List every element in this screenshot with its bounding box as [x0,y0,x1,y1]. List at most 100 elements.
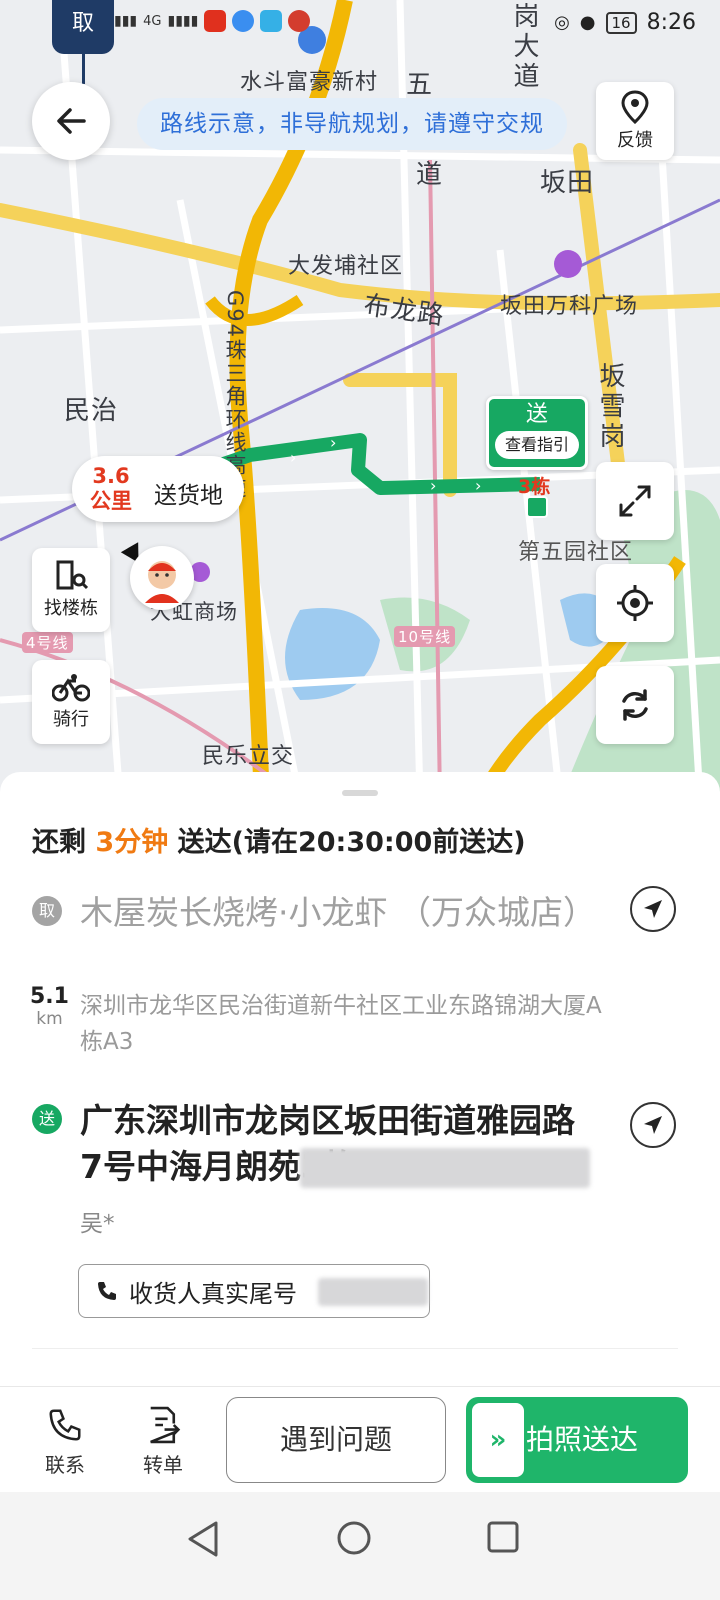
map-label-wu: 五 [406,70,434,100]
svg-text:›: › [330,433,336,452]
crosshair-icon [617,585,653,621]
system-navigation-bar [0,1492,720,1600]
map-label-line4: 4号线 [22,632,73,653]
eta-suffix: 送达(请在20:30:00前送达) [177,827,526,858]
map-label-minzhi: 民治 [64,396,119,426]
pickup-distance-value: 5.1 [30,984,69,1009]
map-label-line10: 10号线 [394,626,456,647]
feedback-label: 反馈 [617,130,653,151]
pickup-navigate-button[interactable] [630,886,676,932]
cloud-icon [232,10,255,32]
home-nav-icon[interactable] [336,1520,372,1556]
phone-icon [98,1282,116,1300]
app-notification-icon [204,10,227,32]
back-button[interactable] [32,82,110,160]
pickup-distance: 5.1 km [30,984,69,1029]
route-notice-banner: 路线示意，非导航规划，请遵守交规 [137,98,567,150]
navigation-arrow-icon [644,900,662,918]
bicycle-icon [52,674,90,702]
transfer-document-icon [150,1406,181,1444]
distance-bubble: 3.6 公里 送货地 [72,456,244,522]
clock: 8:26 [646,10,696,35]
building-marker-icon [526,496,548,518]
fullscreen-button[interactable] [596,462,674,540]
book-icon [260,10,283,32]
map-label-banxue: 坂雪岗 [595,362,625,452]
map-label-dao: 道 [416,160,444,190]
status-right: ◎ ● 16 8:26 [554,10,696,35]
location-status-icon: ● [579,12,596,33]
svg-text:›: › [290,448,296,467]
slide-handle[interactable]: » [472,1403,524,1477]
find-building-label: 找楼栋 [44,598,98,619]
expand-icon [619,485,651,517]
eta-prefix: 还剩 [32,827,86,858]
building-search-icon [56,560,88,590]
svg-text:›: › [430,476,436,495]
pickup-badge: 取 [32,896,62,926]
photo-deliver-slider[interactable]: 拍照送达 » [466,1397,688,1483]
double-chevron-right-icon: » [489,1425,507,1455]
network-type: 4G [143,13,162,29]
sheet-drag-handle[interactable] [342,790,378,796]
signal-icon-2: ▮▮▮▮ [167,13,199,29]
battery-indicator: 16 [605,11,637,34]
riding-label: 骑行 [53,709,89,730]
back-nav-icon[interactable] [186,1520,220,1558]
photo-deliver-label: 拍照送达 [525,1423,638,1456]
refresh-button[interactable] [596,666,674,744]
feedback-button[interactable]: 反馈 [596,82,674,160]
delivery-marker[interactable]: 送 查看指引 [486,396,588,470]
order-detail-sheet[interactable]: 还剩 3分钟 送达(请在20:30:00前送达) 取 木屋炭长烧烤·小龙虾 （万… [0,772,720,1386]
rider-icon [145,561,179,603]
distance-unit: 公里 [90,489,132,513]
map-view[interactable]: › › › › 水斗富豪新村 五 道 岗大道 坂田 大发埔社区 布龙路 坂田万科广场… [0,0,720,800]
delivery-badge: 送 [32,1104,62,1134]
floating-app-bubble[interactable]: 取 [52,0,114,54]
distance-number: 3.6 公里 [90,464,132,514]
action-bar: 联系 转单 遇到问题 拍照送达 » [0,1386,720,1492]
view-guide-button[interactable]: 查看指引 [495,431,579,459]
location-pin-icon [621,90,649,124]
building-label: 3栋 [518,476,551,498]
phone-icon [49,1409,81,1441]
receiver-name: 吴* [80,1211,115,1237]
call-receiver-label: 收货人真实尾号 [129,1279,297,1308]
transfer-label: 转单 [143,1453,183,1477]
pickup-distance-unit: km [36,1009,63,1029]
map-label-shuidou: 水斗富豪新村 [240,70,379,95]
pickup-store-name: 木屋炭长烧烤·小龙虾 （万众城店） [80,893,596,932]
phone-blur [318,1278,428,1306]
contact-button[interactable]: 联系 [30,1401,100,1478]
floating-app-tail [82,54,85,84]
svg-text:›: › [475,476,481,495]
sheet-divider [32,1348,678,1349]
delivery-navigate-button[interactable] [630,1102,676,1148]
rider-avatar [130,546,194,610]
eta-minutes: 3分钟 [95,827,169,858]
pickup-address: 深圳市龙华区民治街道新牛社区工业东路锦湖大厦A栋A3 [80,993,602,1055]
delivery-marker-title: 送 [525,402,548,427]
alarm-icon: ◎ [554,12,570,33]
status-left: ▮▮▮ 4G ▮▮▮▮ [114,10,311,32]
map-label-dafabu: 大发埔社区 [288,254,404,279]
app-icon [288,10,311,32]
privacy-blur [300,1148,590,1188]
riding-mode-button[interactable]: 骑行 [32,660,110,744]
destination-label: 送货地 [154,483,223,509]
arrow-left-icon [57,108,86,134]
transfer-order-button[interactable]: 转单 [128,1401,198,1478]
map-label-bantian: 坂田 [540,168,595,198]
locate-button[interactable] [596,564,674,642]
refresh-icon [622,689,648,721]
recents-nav-icon[interactable] [486,1520,520,1554]
contact-label: 联系 [45,1453,85,1477]
distance-value: 3.6 [92,464,130,488]
signal-icon: ▮▮▮ [114,13,138,29]
map-label-minle: 民乐立交 [202,744,295,769]
eta-text: 还剩 3分钟 送达(请在20:30:00前送达) [32,820,526,859]
navigation-arrow-icon [644,1116,662,1134]
report-issue-button[interactable]: 遇到问题 [226,1397,446,1483]
find-building-button[interactable]: 找楼栋 [32,548,110,632]
map-label-vanke: 坂田万科广场 [500,294,639,319]
